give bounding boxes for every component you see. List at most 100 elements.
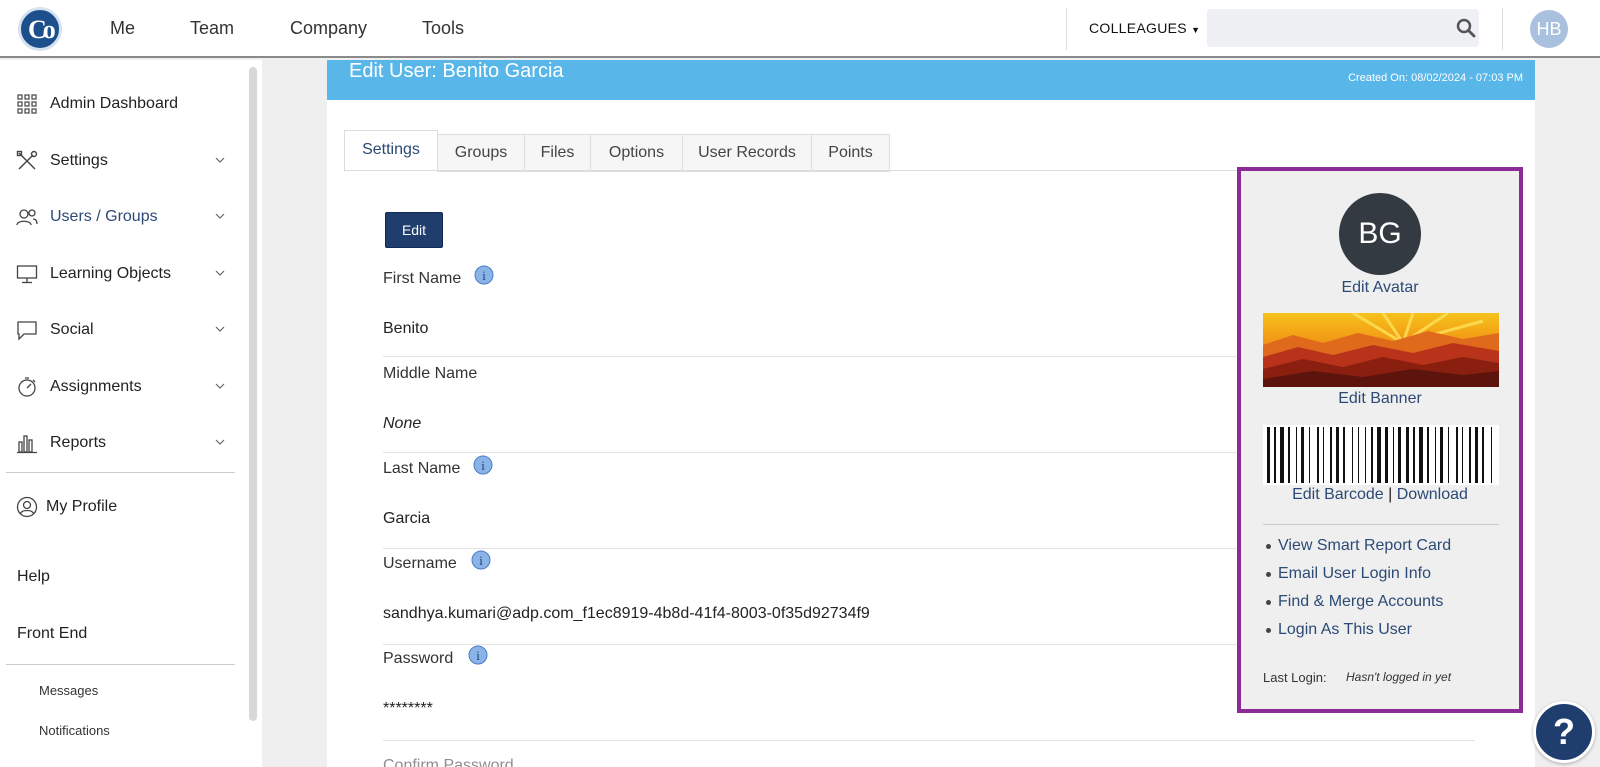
- barcode-bar: [1280, 427, 1284, 483]
- sidebar-item-label: Reports: [50, 434, 107, 451]
- tab-options[interactable]: Options: [590, 134, 683, 172]
- barcode-bar: [1296, 427, 1297, 483]
- barcode-bar: [1358, 427, 1359, 483]
- barcode-bar: [1330, 427, 1332, 483]
- help-button[interactable]: ?: [1533, 701, 1595, 763]
- colleagues-label: COLLEAGUES: [1089, 20, 1187, 36]
- edit-avatar-link[interactable]: Edit Avatar: [1241, 279, 1519, 297]
- chat-icon: [17, 321, 37, 341]
- sidebar-item-reports[interactable]: Reports: [16, 428, 226, 458]
- username-label: Username: [383, 555, 457, 572]
- chevron-down-icon: [215, 270, 225, 276]
- username-value: sandhya.kumari@adp.com_f1ec8919-4b8d-41f…: [383, 605, 870, 622]
- tab-settings[interactable]: Settings: [344, 130, 438, 172]
- chevron-down-icon: [215, 157, 225, 163]
- logo[interactable]: Co: [18, 7, 62, 51]
- info-icon[interactable]: i: [473, 455, 493, 475]
- svg-text:i: i: [479, 553, 483, 568]
- sidebar-item-learning-objects[interactable]: Learning Objects: [16, 259, 226, 289]
- tab-groups[interactable]: Groups: [437, 134, 525, 172]
- link-separator: |: [1388, 486, 1393, 503]
- sidebar-item-label: Admin Dashboard: [50, 95, 179, 112]
- sidebar-item-admin-dashboard[interactable]: Admin Dashboard: [16, 89, 226, 119]
- barcode-bar: [1440, 427, 1443, 483]
- bar-chart-icon: [17, 435, 37, 454]
- find-merge-accounts-link[interactable]: Find & Merge Accounts: [1263, 593, 1451, 621]
- sidebar-item-my-profile[interactable]: My Profile: [16, 492, 226, 522]
- sidebar-item-messages[interactable]: Messages: [39, 683, 98, 698]
- colleagues-dropdown[interactable]: COLLEAGUES ▼: [1089, 20, 1200, 36]
- caret-down-icon: ▼: [1191, 25, 1201, 35]
- barcode-bar: [1462, 427, 1463, 483]
- password-label: Password: [383, 650, 454, 667]
- password-value: ********: [383, 700, 433, 717]
- barcode-bar: [1323, 427, 1324, 483]
- info-icon[interactable]: i: [474, 265, 494, 285]
- sidebar-item-users-groups[interactable]: Users / Groups: [16, 202, 226, 232]
- barcode-bar: [1393, 427, 1394, 483]
- search-input[interactable]: [1207, 9, 1479, 47]
- sidebar-scrollbar[interactable]: [249, 67, 257, 721]
- barcode-bar: [1365, 427, 1366, 483]
- sidebar-item-label: Settings: [50, 152, 108, 169]
- barcode-bar: [1385, 427, 1388, 483]
- barcode-bar: [1377, 427, 1381, 483]
- login-as-this-user-link[interactable]: Login As This User: [1263, 621, 1451, 649]
- email-user-login-info-link[interactable]: Email User Login Info: [1263, 565, 1451, 593]
- barcode-links: Edit Barcode | Download: [1241, 486, 1519, 504]
- last-name-value: Garcia: [383, 510, 431, 527]
- chevron-down-icon: [215, 439, 225, 445]
- user-avatar[interactable]: HB: [1530, 10, 1568, 48]
- barcode-bar: [1343, 427, 1345, 483]
- nav-tools[interactable]: Tools: [422, 18, 464, 39]
- nav-team[interactable]: Team: [190, 18, 234, 39]
- barcode-bar: [1288, 427, 1290, 483]
- barcode-bar: [1336, 427, 1339, 483]
- nav-me[interactable]: Me: [110, 18, 135, 39]
- edit-barcode-link[interactable]: Edit Barcode: [1292, 486, 1384, 503]
- edit-banner-link[interactable]: Edit Banner: [1241, 390, 1519, 408]
- barcode-bar: [1317, 427, 1319, 483]
- sidebar-item-assignments[interactable]: Assignments: [16, 372, 226, 402]
- barcode-bar: [1491, 427, 1492, 483]
- sidebar-item-settings[interactable]: Settings: [16, 146, 226, 176]
- tab-user-records[interactable]: User Records: [682, 134, 812, 172]
- sidebar-item-label: Social: [50, 321, 94, 338]
- confirm-password-label: Confirm Password: [383, 757, 514, 767]
- nav-company[interactable]: Company: [290, 18, 367, 39]
- edit-button[interactable]: Edit: [385, 212, 443, 248]
- divider: [383, 740, 1475, 741]
- barcode-bar: [1435, 427, 1436, 483]
- search-icon[interactable]: [1456, 18, 1476, 38]
- sidebar-item-social[interactable]: Social: [16, 315, 226, 345]
- sidebar-item-label: My Profile: [46, 498, 118, 515]
- sidebar: Admin Dashboard Settings Users / Groups …: [0, 60, 262, 767]
- last-login-label: Last Login:: [1263, 670, 1327, 685]
- barcode-bar: [1406, 427, 1409, 483]
- info-icon[interactable]: i: [468, 645, 488, 665]
- divider: [6, 664, 235, 665]
- banner-image: [1263, 313, 1499, 387]
- chevron-down-icon: [215, 326, 225, 332]
- tools-icon: [16, 150, 38, 170]
- chevron-down-icon: [215, 213, 225, 219]
- svg-text:i: i: [476, 648, 480, 663]
- tab-points[interactable]: Points: [811, 134, 890, 172]
- barcode-image: [1263, 425, 1499, 485]
- view-smart-report-card-link[interactable]: View Smart Report Card: [1263, 537, 1451, 565]
- divider: [1502, 8, 1503, 50]
- barcode-bar: [1301, 427, 1304, 483]
- user-circle-icon: [16, 496, 38, 518]
- sidebar-item-notifications[interactable]: Notifications: [39, 723, 110, 738]
- users-icon: [16, 209, 38, 226]
- sidebar-item-front-end[interactable]: Front End: [17, 625, 87, 643]
- svg-text:i: i: [481, 458, 485, 473]
- info-icon[interactable]: i: [471, 550, 491, 570]
- monitor-icon: [16, 265, 38, 284]
- user-actions-list: View Smart Report Card Email User Login …: [1263, 537, 1451, 649]
- download-barcode-link[interactable]: Download: [1397, 486, 1468, 503]
- created-on-text: Created On: 08/02/2024 - 07:03 PM: [1348, 72, 1523, 84]
- barcode-bar: [1427, 427, 1429, 483]
- tab-files[interactable]: Files: [524, 134, 591, 172]
- sidebar-item-help[interactable]: Help: [17, 568, 50, 586]
